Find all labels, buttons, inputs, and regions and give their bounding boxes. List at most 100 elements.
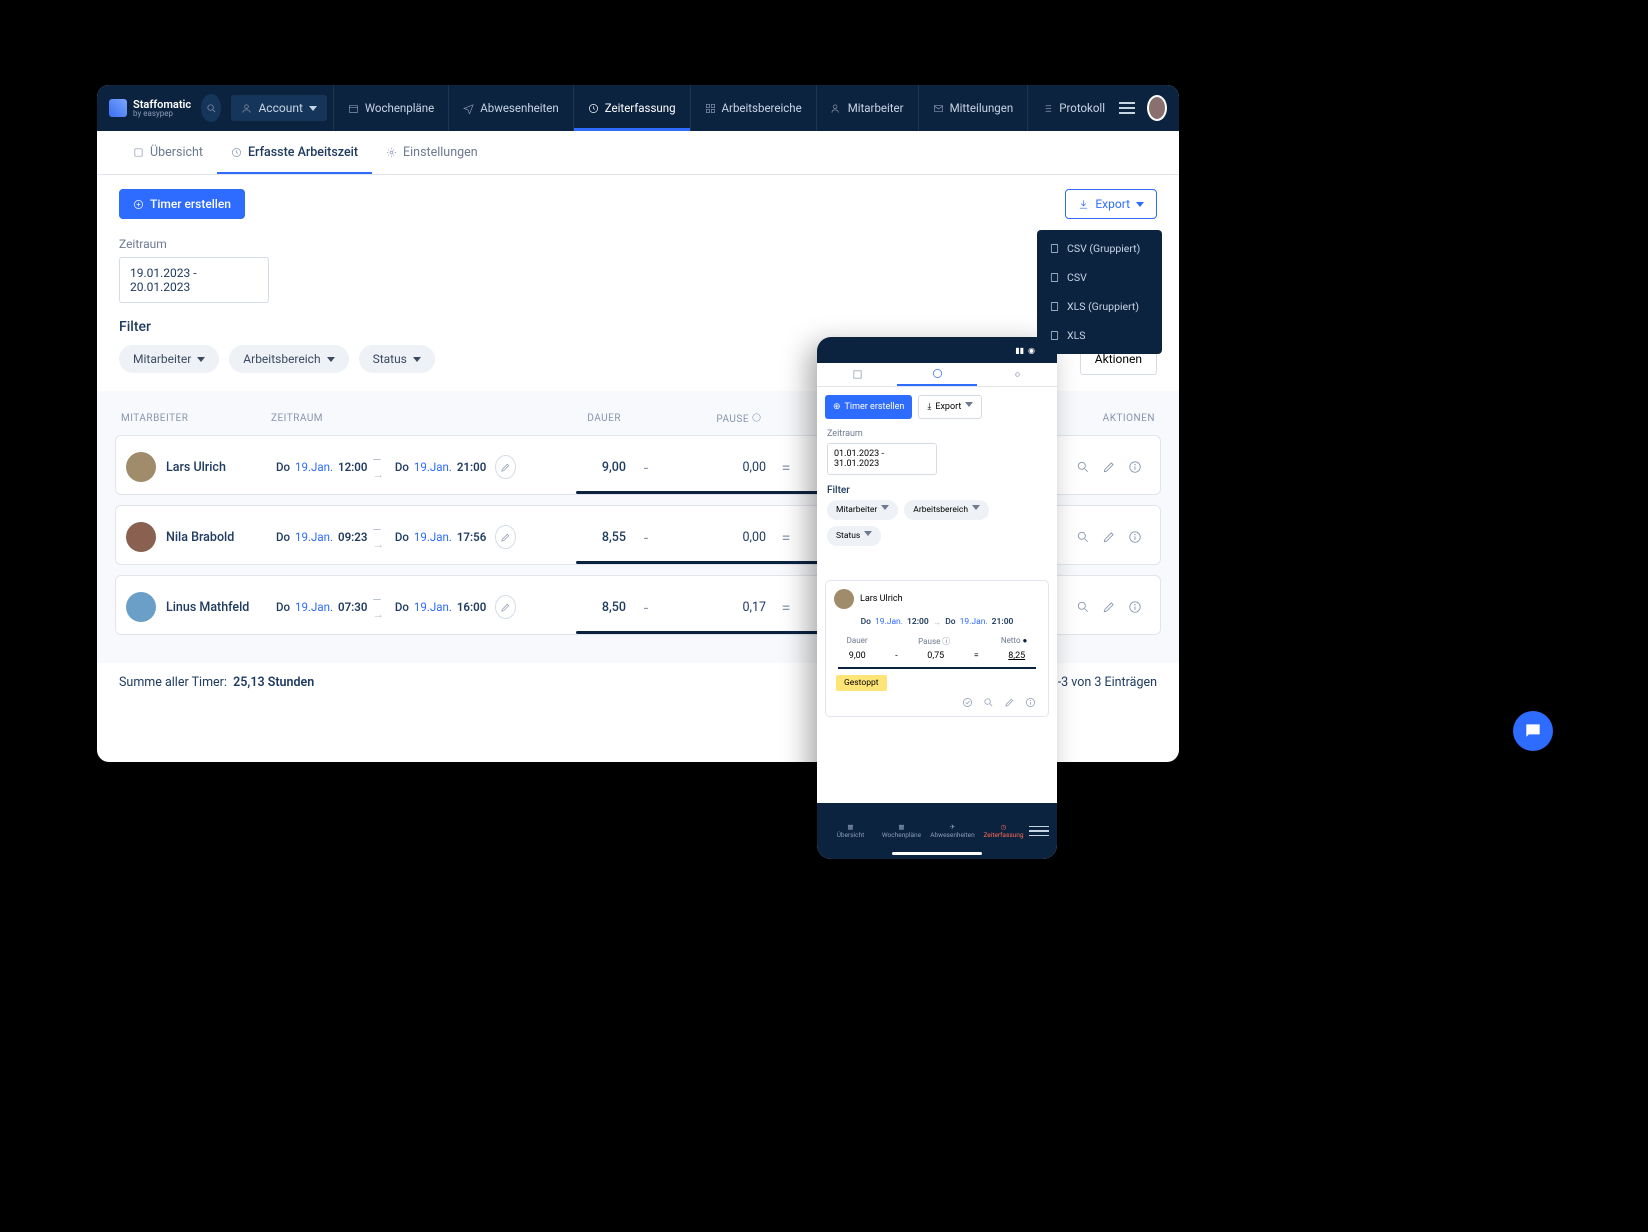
search-icon[interactable] bbox=[1076, 530, 1090, 544]
wifi-icon: ◉ bbox=[1028, 346, 1035, 355]
search-icon bbox=[206, 103, 217, 114]
file-icon bbox=[1049, 272, 1060, 283]
toolbar: Timer erstellen Export bbox=[97, 175, 1179, 219]
nav-zeiterfassung[interactable]: Zeiterfassung bbox=[573, 85, 690, 131]
mobile-tab-2[interactable] bbox=[897, 363, 977, 386]
mobile-filter-arbeitsbereich[interactable]: Arbeitsbereich bbox=[904, 500, 989, 520]
info-circle-icon[interactable] bbox=[1128, 600, 1142, 614]
mobile-tab-3[interactable] bbox=[977, 363, 1057, 386]
tab-erfasste-arbeitszeit[interactable]: Erfasste Arbeitszeit bbox=[217, 131, 372, 174]
search-button[interactable] bbox=[201, 94, 221, 122]
mobile-hamburger[interactable] bbox=[1029, 826, 1049, 837]
export-xls-gruppiert[interactable]: XLS (Gruppiert) bbox=[1037, 292, 1162, 321]
pencil-icon[interactable] bbox=[1102, 460, 1116, 474]
check-circle-icon[interactable] bbox=[962, 697, 973, 708]
chat-bubble[interactable] bbox=[1513, 711, 1553, 751]
export-dropdown: CSV (Gruppiert) CSV XLS (Gruppiert) XLS bbox=[1037, 230, 1162, 354]
hamburger-menu[interactable] bbox=[1119, 97, 1135, 119]
mobile-progress-bar bbox=[838, 667, 1036, 669]
signal-icon: ▮▮ bbox=[1015, 346, 1024, 355]
info-circle-icon[interactable] bbox=[1128, 530, 1142, 544]
mobile-employee: Lars Ulrich bbox=[834, 589, 1040, 609]
nav-arbeitsbereiche[interactable]: Arbeitsbereiche bbox=[690, 85, 816, 131]
info-circle-icon[interactable] bbox=[1128, 460, 1142, 474]
pencil-icon[interactable] bbox=[1102, 530, 1116, 544]
mobile-timerange: Do 19.Jan. 12:00 → Do 19.Jan. 21:00 bbox=[834, 609, 1040, 628]
pause-cell: 0,00 bbox=[666, 530, 766, 545]
filter-arbeitsbereich[interactable]: Arbeitsbereich bbox=[229, 345, 348, 373]
nav-mitteilungen[interactable]: Mitteilungen bbox=[918, 85, 1028, 131]
grid-icon bbox=[705, 103, 716, 114]
edit-time-button[interactable] bbox=[495, 455, 516, 479]
mobile-nav-zeiterfassung[interactable]: ◷Zeiterfassung bbox=[978, 823, 1029, 839]
mobile-tab-1[interactable] bbox=[817, 363, 897, 386]
pencil-icon[interactable] bbox=[1004, 697, 1015, 708]
plus-circle-icon bbox=[133, 199, 144, 210]
chat-icon bbox=[1523, 721, 1543, 741]
mobile-stats-header: Dauer Pause ⓘ Netto ● bbox=[834, 628, 1040, 649]
mobile-nav-uebersicht[interactable]: ▦Übersicht bbox=[825, 823, 876, 839]
mobile-status-badge: Gestoppt bbox=[836, 675, 887, 691]
clock-icon bbox=[231, 147, 242, 158]
pause-cell: 0,17 bbox=[666, 600, 766, 615]
mobile-period-label: Zeitraum bbox=[817, 427, 1057, 443]
logo: Staffomatic by easypep bbox=[109, 98, 191, 118]
mobile-stats-values: 9,00 - 0,75 = 8,25 bbox=[834, 649, 1040, 667]
nav-protokoll[interactable]: Protokoll bbox=[1027, 85, 1119, 131]
mobile-export-button[interactable]: ⤓Export bbox=[918, 395, 982, 419]
nav-wochenplaene[interactable]: Wochenpläne bbox=[333, 85, 448, 131]
plane-icon: ✈ bbox=[927, 823, 978, 831]
mobile-nav-wochenplaene[interactable]: ▦Wochenpläne bbox=[876, 823, 927, 839]
filter-mitarbeiter[interactable]: Mitarbeiter bbox=[119, 345, 219, 373]
gear-icon bbox=[386, 147, 397, 158]
chevron-down-icon bbox=[1136, 202, 1144, 207]
mobile-filter-mitarbeiter[interactable]: Mitarbeiter bbox=[827, 500, 898, 520]
search-icon[interactable] bbox=[983, 697, 994, 708]
sub-tabs: Übersicht Erfasste Arbeitszeit Einstellu… bbox=[97, 131, 1179, 175]
nav-mitarbeiter[interactable]: Mitarbeiter bbox=[816, 85, 918, 131]
info-circle-icon[interactable] bbox=[1025, 697, 1036, 708]
date-range-input[interactable]: 19.01.2023 - 20.01.2023 bbox=[119, 257, 269, 303]
top-nav: Staffomatic by easypep Account Wochenplä… bbox=[97, 85, 1179, 131]
edit-time-button[interactable] bbox=[495, 525, 516, 549]
duration-cell: 8,50 bbox=[516, 600, 626, 615]
mobile-tabs bbox=[817, 363, 1057, 387]
tab-uebersicht[interactable]: Übersicht bbox=[119, 131, 217, 174]
mobile-nav-abwesenheiten[interactable]: ✈Abwesenheiten bbox=[927, 823, 978, 839]
mobile-statusbar: ▮▮ ◉ ▬ bbox=[817, 337, 1057, 363]
chevron-down-icon bbox=[413, 357, 421, 362]
export-csv[interactable]: CSV bbox=[1037, 263, 1162, 292]
dot-icon: ● bbox=[1023, 636, 1028, 645]
clock-icon: ◷ bbox=[978, 823, 1029, 831]
mobile-filter-pills: Mitarbeiter Arbeitsbereich bbox=[817, 500, 1057, 526]
mobile-date-range[interactable]: 01.01.2023 - 31.01.2023 bbox=[827, 443, 937, 475]
users-icon bbox=[831, 103, 842, 114]
chevron-down-icon bbox=[972, 505, 980, 510]
avatar bbox=[126, 452, 156, 482]
export-csv-gruppiert[interactable]: CSV (Gruppiert) bbox=[1037, 234, 1162, 263]
summary-count: 1-3 von 3 Einträgen bbox=[1051, 675, 1157, 690]
user-avatar[interactable] bbox=[1147, 95, 1167, 121]
search-icon[interactable] bbox=[1076, 460, 1090, 474]
export-button[interactable]: Export bbox=[1065, 189, 1157, 219]
edit-time-button[interactable] bbox=[495, 595, 516, 619]
export-xls[interactable]: XLS bbox=[1037, 321, 1162, 350]
mobile-preview: ▮▮ ◉ ▬ ⊕Timer erstellen ⤓Export Zeitraum… bbox=[817, 337, 1057, 859]
plus-icon: ⊕ bbox=[833, 402, 841, 412]
filter-status[interactable]: Status bbox=[359, 345, 435, 373]
chevron-down-icon bbox=[881, 505, 889, 510]
pencil-icon[interactable] bbox=[1102, 600, 1116, 614]
account-dropdown[interactable]: Account bbox=[231, 95, 326, 121]
search-icon[interactable] bbox=[1076, 600, 1090, 614]
employee-name: Nila Brabold bbox=[166, 530, 234, 545]
nav-abwesenheiten[interactable]: Abwesenheiten bbox=[448, 85, 573, 131]
mobile-create-timer-button[interactable]: ⊕Timer erstellen bbox=[825, 395, 912, 419]
tab-einstellungen[interactable]: Einstellungen bbox=[372, 131, 492, 174]
mobile-filter-status[interactable]: Status bbox=[827, 526, 881, 546]
pause-cell: 0,00 bbox=[666, 460, 766, 475]
file-icon bbox=[1049, 301, 1060, 312]
duration-cell: 9,00 bbox=[516, 460, 626, 475]
progress-bar bbox=[576, 491, 820, 494]
create-timer-button[interactable]: Timer erstellen bbox=[119, 189, 245, 219]
calendar-icon bbox=[348, 103, 359, 114]
